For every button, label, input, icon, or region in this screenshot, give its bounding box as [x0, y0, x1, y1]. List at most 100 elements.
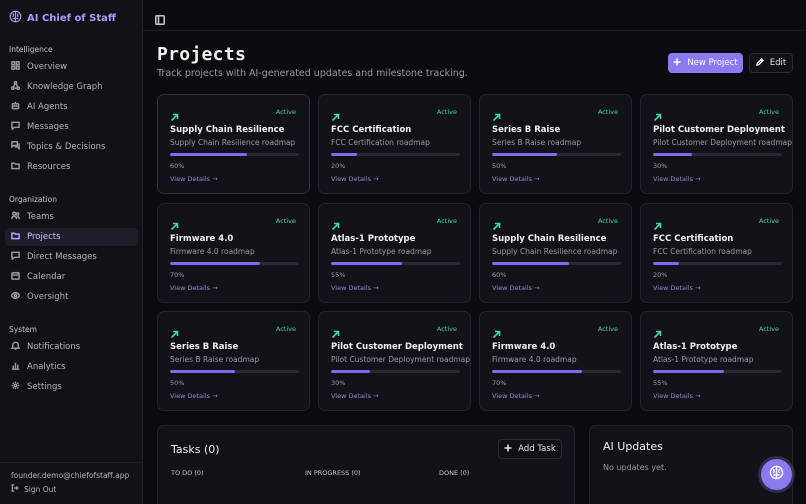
progress-fill [653, 153, 692, 156]
sidebar-item-direct-messages[interactable]: Direct Messages [5, 248, 138, 266]
topbar [143, 0, 806, 31]
view-details-link[interactable]: View Details → [653, 175, 701, 183]
project-card[interactable]: Active Firmware 4.0 Firmware 4.0 roadmap 70… [157, 203, 310, 303]
brand[interactable]: AI Chief of Staff [9, 10, 116, 26]
project-title: Supply Chain Resilience [170, 125, 285, 135]
view-details-link[interactable]: View Details → [653, 392, 701, 400]
sidebar-item-ai-agents[interactable]: AI Agents [5, 98, 138, 116]
sidebar-item-analytics[interactable]: Analytics [5, 358, 138, 376]
project-card[interactable]: Active Series B Raise Series B Raise roadm… [479, 94, 632, 194]
sidebar-item-calendar[interactable]: Calendar [5, 268, 138, 286]
project-subtitle: Firmware 4.0 roadmap [492, 355, 577, 364]
brain-icon [769, 465, 784, 484]
sidebar-item-overview[interactable]: Overview [5, 58, 138, 76]
progress-percent: 55% [653, 379, 668, 387]
arrow-up-right-icon [492, 216, 501, 231]
sidebar-item-topics-decisions[interactable]: Topics & Decisions [5, 138, 138, 156]
progress-bar [492, 370, 621, 373]
project-title: FCC Certification [653, 234, 734, 244]
sidebar-item-settings[interactable]: Settings [5, 378, 138, 396]
project-card[interactable]: Active Supply Chain Resilience Supply Chai… [157, 94, 310, 194]
project-card[interactable]: Active FCC Certification FCC Certification… [640, 203, 793, 303]
view-details-link[interactable]: View Details → [170, 175, 218, 183]
view-details-link[interactable]: View Details → [170, 392, 218, 400]
arrow-up-right-icon [331, 216, 340, 231]
sidebar-item-notifications[interactable]: Notifications [5, 338, 138, 356]
status-badge: Active [436, 217, 457, 225]
project-card[interactable]: Active Series B Raise Series B Raise roadm… [157, 311, 310, 411]
view-details-link[interactable]: View Details → [653, 284, 701, 292]
pencil-icon [755, 57, 764, 69]
progress-bar [492, 262, 621, 265]
project-card[interactable]: Active Atlas-1 Prototype Atlas-1 Prototype… [318, 203, 471, 303]
sidebar-toggle-icon[interactable] [155, 10, 165, 25]
sidebar-item-knowledge-graph[interactable]: Knowledge Graph [5, 78, 138, 96]
status-badge: Active [597, 108, 618, 116]
view-details-link[interactable]: View Details → [492, 175, 540, 183]
project-subtitle: Pilot Customer Deployment roadmap [331, 355, 471, 364]
view-details-link[interactable]: View Details → [492, 392, 540, 400]
plus-icon [504, 444, 512, 455]
arrow-up-right-icon [492, 107, 501, 122]
status-badge: Active [758, 217, 779, 225]
sidebar-item-label: Overview [27, 62, 68, 72]
project-card[interactable]: Active Pilot Customer Deployment Pilot Cus… [640, 94, 793, 194]
progress-bar [653, 262, 782, 265]
sidebar-item-messages[interactable]: Messages [5, 118, 138, 136]
section-label-organization: Organization [9, 195, 57, 204]
progress-fill [331, 153, 357, 156]
sidebar-item-oversight[interactable]: Oversight [5, 288, 138, 306]
edit-button[interactable]: Edit [749, 53, 793, 73]
progress-percent: 50% [492, 162, 507, 170]
project-card[interactable]: Active Atlas-1 Prototype Atlas-1 Prototype… [640, 311, 793, 411]
progress-fill [492, 153, 557, 156]
user-email: founder.demo@chiefofstaff.app [11, 471, 130, 480]
sidebar-item-teams[interactable]: Teams [5, 208, 138, 226]
project-subtitle: Supply Chain Resilience roadmap [170, 138, 296, 147]
project-card[interactable]: Active Supply Chain Resilience Supply Chai… [479, 203, 632, 303]
project-subtitle: Pilot Customer Deployment roadmap [653, 138, 793, 147]
progress-fill [170, 262, 261, 265]
progress-percent: 50% [170, 379, 185, 387]
progress-fill [492, 370, 583, 373]
view-details-link[interactable]: View Details → [331, 392, 379, 400]
sidebar-item-label: Analytics [27, 362, 66, 372]
ai-assistant-button[interactable] [761, 459, 792, 490]
project-title: Atlas-1 Prototype [653, 342, 738, 352]
project-card[interactable]: Active Firmware 4.0 Firmware 4.0 roadmap 70… [479, 311, 632, 411]
page-title: Projects [157, 44, 247, 65]
tasks-title: Tasks (0) [171, 443, 220, 456]
sidebar-item-resources[interactable]: Resources [5, 158, 138, 176]
sidebar-item-label: Messages [27, 122, 69, 132]
sign-out-button[interactable]: Sign Out [11, 484, 56, 494]
calendar-icon [11, 271, 20, 283]
progress-fill [170, 370, 235, 373]
project-title: Supply Chain Resilience [492, 234, 607, 244]
sidebar-item-projects[interactable]: Projects [5, 228, 138, 246]
column-done: DONE (0) [439, 469, 470, 477]
project-title: Pilot Customer Deployment [331, 342, 463, 352]
message-icon [11, 251, 20, 263]
project-card[interactable]: Active Pilot Customer Deployment Pilot Cus… [318, 311, 471, 411]
project-title: Firmware 4.0 [492, 342, 556, 352]
new-project-label: New Project [687, 58, 738, 68]
view-details-link[interactable]: View Details → [170, 284, 218, 292]
progress-percent: 55% [331, 271, 346, 279]
view-details-link[interactable]: View Details → [492, 284, 540, 292]
add-task-button[interactable]: Add Task [498, 439, 562, 459]
new-project-button[interactable]: New Project [668, 53, 743, 73]
users-icon [11, 211, 20, 223]
progress-percent: 60% [170, 162, 185, 170]
add-task-label: Add Task [518, 444, 556, 454]
progress-fill [653, 370, 724, 373]
view-details-link[interactable]: View Details → [331, 175, 379, 183]
sidebar-item-label: Settings [27, 382, 62, 392]
progress-fill [331, 262, 402, 265]
project-subtitle: Series B Raise roadmap [170, 355, 260, 364]
project-title: Series B Raise [492, 125, 561, 135]
project-card[interactable]: Active FCC Certification FCC Certification… [318, 94, 471, 194]
arrow-up-right-icon [653, 107, 662, 122]
progress-fill [653, 262, 679, 265]
status-badge: Active [275, 217, 296, 225]
view-details-link[interactable]: View Details → [331, 284, 379, 292]
